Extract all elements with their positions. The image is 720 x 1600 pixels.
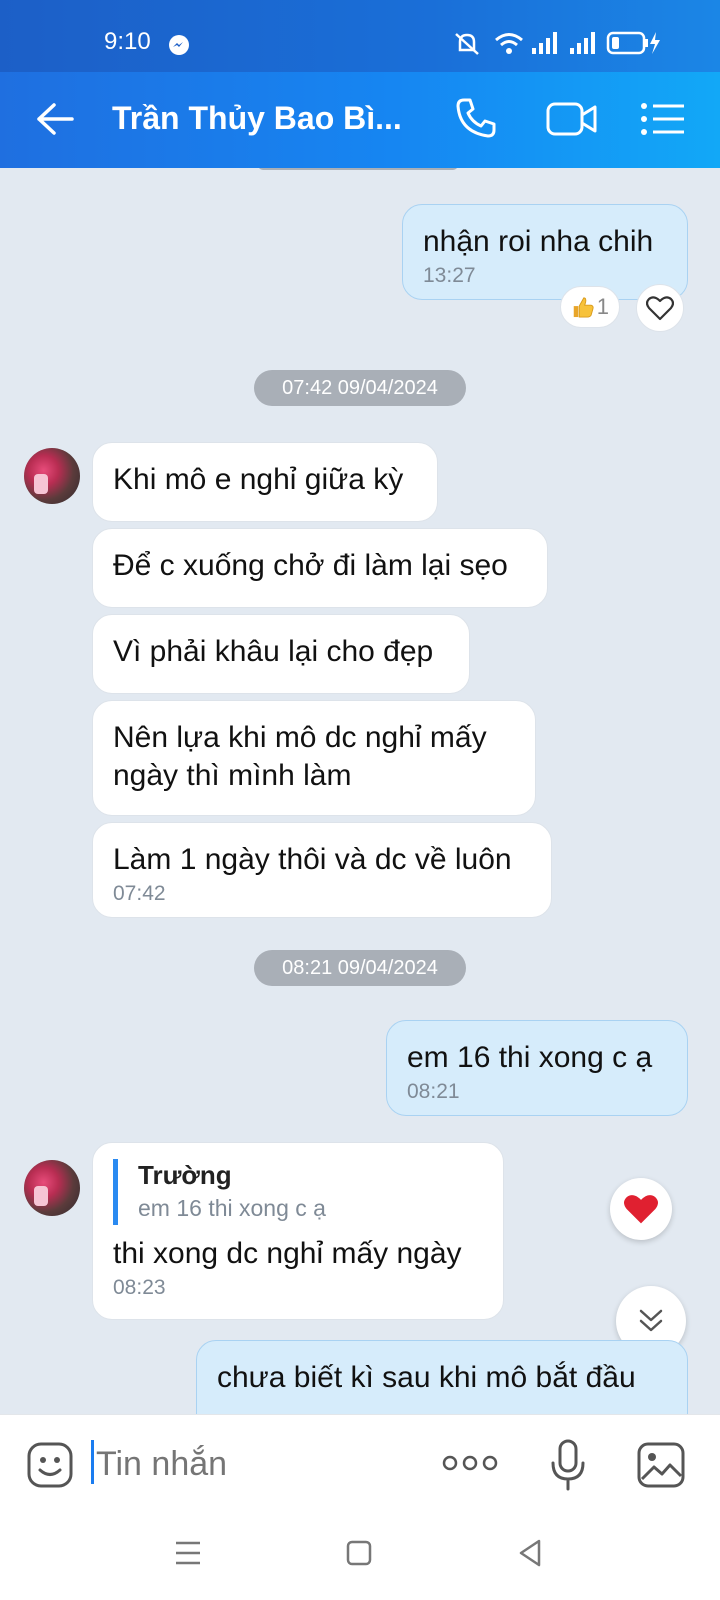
- system-nav-bar: [0, 1514, 720, 1600]
- reaction-summary[interactable]: 1: [560, 286, 620, 328]
- menu-list-icon[interactable]: [640, 102, 686, 136]
- date-divider: 07:42 09/04/2024: [254, 370, 466, 406]
- message-list[interactable]: nhận roi nha chih 13:27 1 07:42 09/04/20…: [0, 168, 720, 1414]
- reaction-count: 1: [596, 294, 609, 319]
- message-text: nhận roi nha chih: [423, 225, 654, 258]
- back-arrow-icon[interactable]: [36, 102, 74, 136]
- conversation-title[interactable]: Trần Thủy Bao Bì...: [112, 100, 402, 137]
- message-text: chưa biết kì sau khi mô bắt đầu: [217, 1361, 636, 1394]
- message-bubble-sent[interactable]: chưa biết kì sau khi mô bắt đầu: [196, 1340, 688, 1414]
- text-cursor: [91, 1440, 94, 1484]
- signal-2-icon: [570, 32, 595, 54]
- back-nav-icon[interactable]: [518, 1539, 542, 1567]
- message-time: 08:21: [407, 1080, 460, 1103]
- video-call-icon[interactable]: [546, 100, 598, 138]
- quoted-text: em 16 thi xong c ạ: [138, 1195, 326, 1221]
- message-text: Khi mô e nghỉ giữa kỳ: [113, 463, 404, 496]
- heart-outline-icon: [646, 296, 674, 321]
- sticker-icon[interactable]: [26, 1441, 74, 1489]
- status-bar: 9:10: [0, 0, 720, 72]
- home-icon[interactable]: [346, 1540, 372, 1566]
- mute-icon: [455, 33, 479, 55]
- reaction-button[interactable]: [610, 1178, 672, 1240]
- message-input[interactable]: [96, 1445, 416, 1484]
- message-bubble-sent[interactable]: em 16 thi xong c ạ 08:21: [386, 1020, 688, 1116]
- hidden-date-chip: [258, 168, 458, 170]
- heart-filled-icon: [624, 1195, 658, 1224]
- message-text: Vì phải khâu lại cho đẹp: [113, 635, 434, 668]
- chat-header: 9:10 Trần Thủy Bao Bì...: [0, 0, 720, 168]
- scroll-down-icon: [639, 1309, 663, 1332]
- avatar[interactable]: [24, 1160, 80, 1216]
- signal-1-icon: [532, 32, 557, 54]
- more-icon[interactable]: [442, 1453, 498, 1473]
- phone-icon[interactable]: [454, 96, 498, 140]
- thumbs-up-icon: [573, 297, 594, 318]
- message-time: 08:23: [113, 1276, 166, 1299]
- message-time: 13:27: [423, 264, 476, 287]
- messenger-icon: [169, 35, 189, 55]
- microphone-icon[interactable]: [550, 1439, 586, 1491]
- message-bubble-received[interactable]: Để c xuống chở đi làm lại sẹo: [92, 528, 548, 608]
- message-bubble-received[interactable]: Nên lựa khi mô dc nghỉ mấy ngày thì mình…: [92, 700, 536, 816]
- message-input-bar: [0, 1414, 720, 1514]
- status-time: 9:10: [104, 28, 151, 55]
- message-text: Nên lựa khi mô dc nghỉ mấy ngày thì mình…: [113, 721, 487, 792]
- battery-icon: [606, 31, 660, 55]
- message-bubble-reply[interactable]: Trường em 16 thi xong c ạ thi xong dc ng…: [92, 1142, 504, 1320]
- message-text: Để c xuống chở đi làm lại sẹo: [113, 549, 508, 582]
- message-text: em 16 thi xong c ạ: [407, 1041, 653, 1074]
- image-icon[interactable]: [636, 1441, 686, 1489]
- quoted-sender: Trường: [138, 1160, 232, 1190]
- wifi-icon: [495, 33, 523, 54]
- message-bubble-sent[interactable]: nhận roi nha chih 13:27: [402, 204, 688, 300]
- avatar[interactable]: [24, 448, 80, 504]
- recent-apps-icon[interactable]: [174, 1540, 202, 1566]
- message-text: Làm 1 ngày thôi và dc về luôn: [113, 843, 512, 876]
- message-bubble-received[interactable]: Khi mô e nghỉ giữa kỳ: [92, 442, 438, 522]
- message-time: 07:42: [113, 882, 166, 905]
- date-divider: 08:21 09/04/2024: [254, 950, 466, 986]
- message-bubble-received[interactable]: Vì phải khâu lại cho đẹp: [92, 614, 470, 694]
- message-text: thi xong dc nghỉ mấy ngày: [113, 1237, 462, 1270]
- message-bubble-received[interactable]: Làm 1 ngày thôi và dc về luôn 07:42: [92, 822, 552, 918]
- react-button[interactable]: [636, 284, 684, 332]
- quoted-message[interactable]: Trường em 16 thi xong c ạ: [113, 1159, 483, 1225]
